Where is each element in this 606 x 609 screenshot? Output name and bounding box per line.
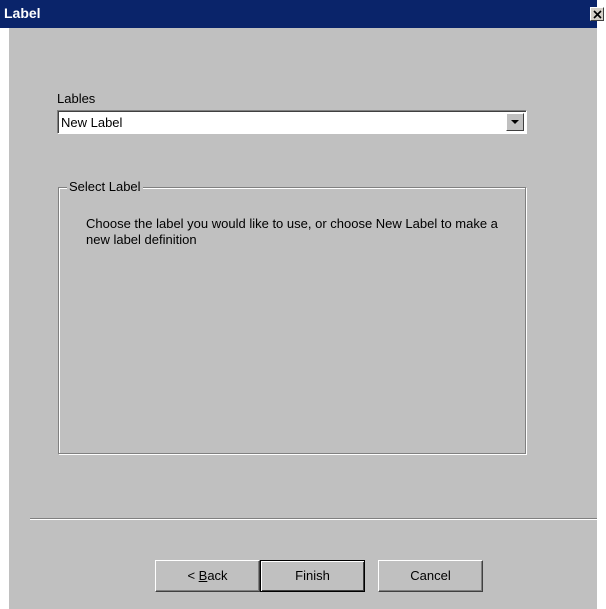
close-icon [593, 10, 602, 19]
labels-field-label: Lables [57, 91, 96, 106]
cancel-button[interactable]: Cancel [378, 560, 483, 592]
window-title: Label [4, 5, 41, 21]
labels-combobox[interactable]: New Label [57, 110, 527, 134]
back-button[interactable]: < Back [155, 560, 260, 592]
close-button[interactable] [590, 7, 604, 21]
finish-button[interactable]: Finish [260, 560, 365, 592]
select-label-description: Choose the label you would like to use, … [86, 216, 498, 247]
back-button-rest: ack [207, 568, 228, 583]
button-separator [30, 518, 597, 520]
back-button-prefix: < [187, 568, 199, 583]
labels-combobox-value: New Label [61, 115, 123, 130]
labels-dropdown-button[interactable] [506, 113, 524, 131]
select-label-group: Select Label Choose the label you would … [58, 179, 526, 454]
chevron-down-icon [511, 120, 519, 124]
title-bar[interactable]: Label [0, 0, 597, 28]
wizard-window: Label Lables New Label Select Label Choo… [0, 0, 606, 609]
select-label-legend: Select Label [67, 179, 143, 194]
